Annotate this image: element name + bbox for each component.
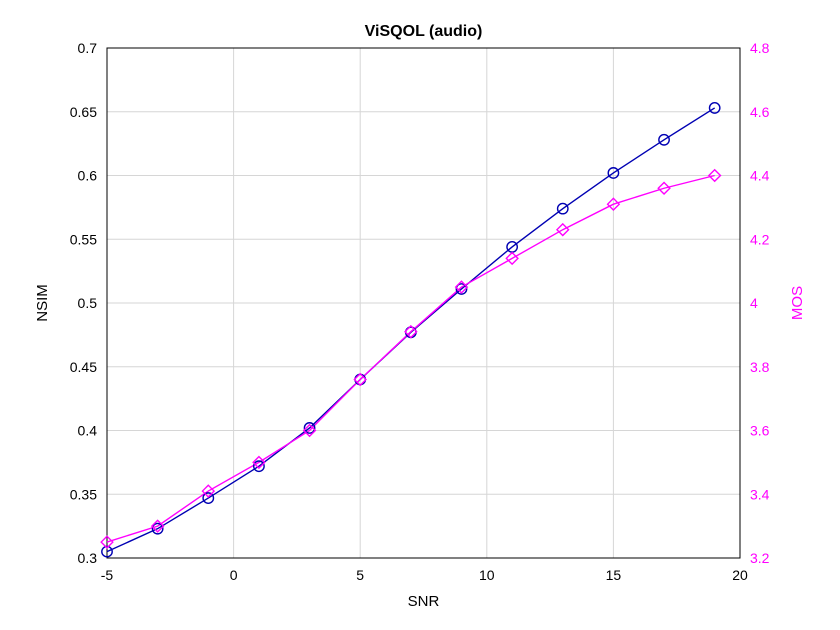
svg-text:4.4: 4.4 xyxy=(750,168,770,184)
svg-text:0.5: 0.5 xyxy=(78,295,98,311)
svg-text:0.65: 0.65 xyxy=(70,104,97,120)
svg-text:3.2: 3.2 xyxy=(750,550,770,566)
x-axis-label: SNR xyxy=(408,593,440,610)
chart-svg: ViSQOL (audio) -5 0 5 10 15 20 0.3 0.35 0.4 0.45… xyxy=(0,0,840,630)
y-left-tick-labels: 0.3 0.35 0.4 0.45 0.5 0.55 0.6 0.65 0.7 xyxy=(70,40,97,566)
svg-text:3.8: 3.8 xyxy=(750,359,770,375)
svg-text:0.3: 0.3 xyxy=(78,550,98,566)
svg-text:0.55: 0.55 xyxy=(70,231,97,247)
svg-text:0.6: 0.6 xyxy=(78,168,98,184)
series-mos-markers xyxy=(101,170,720,548)
chart-title: ViSQOL (audio) xyxy=(365,23,483,40)
svg-text:5: 5 xyxy=(356,567,364,583)
svg-text:4.8: 4.8 xyxy=(750,40,770,56)
svg-text:0.7: 0.7 xyxy=(78,40,98,56)
svg-text:0.45: 0.45 xyxy=(70,359,97,375)
grid-horizontal xyxy=(107,48,740,558)
svg-text:3.4: 3.4 xyxy=(750,486,770,502)
svg-text:0.35: 0.35 xyxy=(70,486,97,502)
svg-text:15: 15 xyxy=(606,567,622,583)
series-nsim-line xyxy=(107,108,715,552)
chart-container: ViSQOL (audio) -5 0 5 10 15 20 0.3 0.35 0.4 0.45… xyxy=(0,0,840,630)
series-mos-line xyxy=(107,176,715,543)
svg-text:4: 4 xyxy=(750,295,758,311)
svg-text:0.4: 0.4 xyxy=(78,423,98,439)
y-right-tick-labels: 3.2 3.4 3.6 3.8 4 4.2 4.4 4.6 4.8 xyxy=(750,40,770,566)
svg-text:4.6: 4.6 xyxy=(750,104,770,120)
svg-text:0: 0 xyxy=(230,567,238,583)
svg-text:3.6: 3.6 xyxy=(750,423,770,439)
svg-text:4.2: 4.2 xyxy=(750,231,770,247)
x-tick-labels: -5 0 5 10 15 20 xyxy=(101,567,748,583)
y-left-axis-label: NSIM xyxy=(34,284,51,322)
svg-text:10: 10 xyxy=(479,567,495,583)
series-nsim-markers xyxy=(102,103,720,557)
svg-text:20: 20 xyxy=(732,567,748,583)
y-right-axis-label: MOS xyxy=(789,286,806,320)
svg-text:-5: -5 xyxy=(101,567,114,583)
